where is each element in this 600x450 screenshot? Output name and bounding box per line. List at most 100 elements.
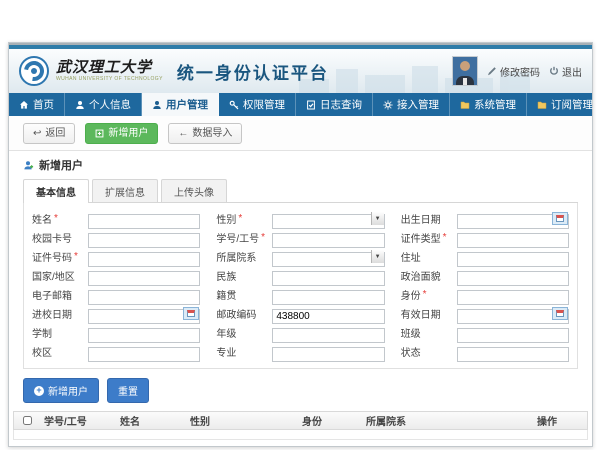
required-mark: * <box>443 232 447 243</box>
nav-label: 个人信息 <box>89 97 131 112</box>
submit-add-user-button[interactable]: + 新增用户 <box>23 378 99 403</box>
field-label: 专业 <box>216 344 236 359</box>
logout-link[interactable]: 退出 <box>549 64 582 79</box>
schooling-length-input[interactable] <box>88 328 200 343</box>
key-icon <box>229 100 239 110</box>
form-field-valid-date: 有效日期 <box>401 306 569 321</box>
form-field-postal-code: 邮政编码 <box>216 306 384 321</box>
name-input[interactable] <box>88 214 200 229</box>
field-label: 身份 <box>401 287 421 302</box>
add-user-label: 新增用户 <box>108 127 148 140</box>
form-field-grade: 年级 <box>216 325 384 340</box>
form-actions: + 新增用户 重置 <box>23 378 578 403</box>
field-label: 校区 <box>32 344 52 359</box>
student-id-input[interactable] <box>272 233 384 248</box>
calendar-icon[interactable] <box>552 212 568 225</box>
form-field-id-number: 证件号码* <box>32 249 200 264</box>
col-student-id: 学号/工号 <box>40 413 116 428</box>
nav-item-permission-management[interactable]: 权限管理 <box>219 93 296 116</box>
user-icon <box>75 100 85 110</box>
university-name: 武汉理工大学 <box>56 60 163 75</box>
pencil-icon <box>487 66 497 76</box>
university-name-en: WUHAN UNIVERSITY OF TECHNOLOGY <box>56 77 163 82</box>
required-mark: * <box>54 213 58 224</box>
field-label: 姓名 <box>32 211 52 226</box>
add-user-button[interactable]: 新增用户 <box>85 123 158 144</box>
postal-code-input[interactable] <box>272 309 384 324</box>
basic-info-form: 姓名* 性别* ▼ 出生日期 校园卡号 学号/工号* 证件类型* 证件号码* <box>23 203 578 369</box>
form-field-email: 电子邮箱 <box>32 287 200 302</box>
tab-upload-avatar[interactable]: 上传头像 <box>161 179 227 202</box>
form-field-major: 专业 <box>216 344 384 359</box>
app-window: 武汉理工大学 WUHAN UNIVERSITY OF TECHNOLOGY 统一… <box>8 42 593 447</box>
email-input[interactable] <box>88 290 200 305</box>
native-place-input[interactable] <box>272 290 384 305</box>
country-region-input[interactable] <box>88 271 200 286</box>
nav-item-system-management[interactable]: 系统管理 <box>450 93 527 116</box>
nav-item-home[interactable]: 首页 <box>9 93 65 116</box>
id-type-input[interactable] <box>457 233 569 248</box>
user-plus-icon <box>23 160 34 171</box>
required-mark: * <box>74 251 78 262</box>
log-check-icon <box>306 100 316 110</box>
back-button[interactable]: ↩ 返回 <box>23 123 75 144</box>
reset-button[interactable]: 重置 <box>107 378 149 403</box>
col-name: 姓名 <box>116 413 186 428</box>
ethnicity-input[interactable] <box>272 271 384 286</box>
calendar-icon[interactable] <box>183 307 199 320</box>
tab-extended-info[interactable]: 扩展信息 <box>92 179 158 202</box>
grade-input[interactable] <box>272 328 384 343</box>
change-password-link[interactable]: 修改密码 <box>487 64 540 79</box>
chevron-down-icon[interactable]: ▼ <box>371 212 384 225</box>
field-label: 民族 <box>216 268 236 283</box>
required-mark: * <box>238 213 242 224</box>
status-input[interactable] <box>457 347 569 362</box>
tab-basic-info[interactable]: 基本信息 <box>23 179 89 203</box>
form-field-student-id: 学号/工号* <box>216 230 384 245</box>
field-label: 邮政编码 <box>216 306 256 321</box>
calendar-icon[interactable] <box>552 307 568 320</box>
gender-select[interactable] <box>272 214 384 229</box>
political-status-input[interactable] <box>457 271 569 286</box>
field-label: 所属院系 <box>216 249 256 264</box>
form-field-enroll-date: 进校日期 <box>32 306 200 321</box>
id-number-input[interactable] <box>88 252 200 267</box>
back-arrow-icon: ↩ <box>33 129 41 139</box>
nav-item-personal-info[interactable]: 个人信息 <box>65 93 142 116</box>
field-label: 住址 <box>401 249 421 264</box>
toolbar: ↩ 返回 新增用户 ← 数据导入 <box>9 116 592 151</box>
major-input[interactable] <box>272 347 384 362</box>
power-icon <box>549 66 559 76</box>
form-field-class: 班级 <box>401 325 569 340</box>
department-select[interactable] <box>272 252 384 267</box>
form-field-country-region: 国家/地区 <box>32 268 200 283</box>
nav-item-user-management[interactable]: 用户管理 <box>142 93 219 116</box>
field-label: 校园卡号 <box>32 230 72 245</box>
empty-table-row <box>13 430 588 440</box>
col-gender: 性别 <box>186 413 298 428</box>
form-field-campus-card: 校园卡号 <box>32 230 200 245</box>
nav-item-log-query[interactable]: 日志查询 <box>296 93 373 116</box>
form-tabs: 基本信息 扩展信息 上传头像 <box>23 179 578 203</box>
form-field-address: 住址 <box>401 249 569 264</box>
main-nav: 首页 个人信息 用户管理 权限管理 日志查询 <box>9 93 592 116</box>
campus-card-input[interactable] <box>88 233 200 248</box>
form-field-department: 所属院系 ▼ <box>216 249 384 264</box>
address-input[interactable] <box>457 252 569 267</box>
chevron-down-icon[interactable]: ▼ <box>371 250 384 263</box>
select-all-checkbox[interactable] <box>23 416 32 425</box>
nav-item-subscription-management[interactable]: 订阅管理 <box>527 93 600 116</box>
identity-input[interactable] <box>457 290 569 305</box>
section-title: 新增用户 <box>39 157 83 173</box>
form-field-schooling-length: 学制 <box>32 325 200 340</box>
folder-icon <box>460 100 470 110</box>
form-field-identity: 身份* <box>401 287 569 302</box>
folder-icon <box>537 100 547 110</box>
class-input[interactable] <box>457 328 569 343</box>
form-field-political-status: 政治面貌 <box>401 268 569 283</box>
nav-label: 权限管理 <box>243 97 285 112</box>
data-import-button[interactable]: ← 数据导入 <box>168 123 242 144</box>
university-logo <box>19 56 49 86</box>
campus-input[interactable] <box>88 347 200 362</box>
nav-item-access-management[interactable]: 接入管理 <box>373 93 450 116</box>
